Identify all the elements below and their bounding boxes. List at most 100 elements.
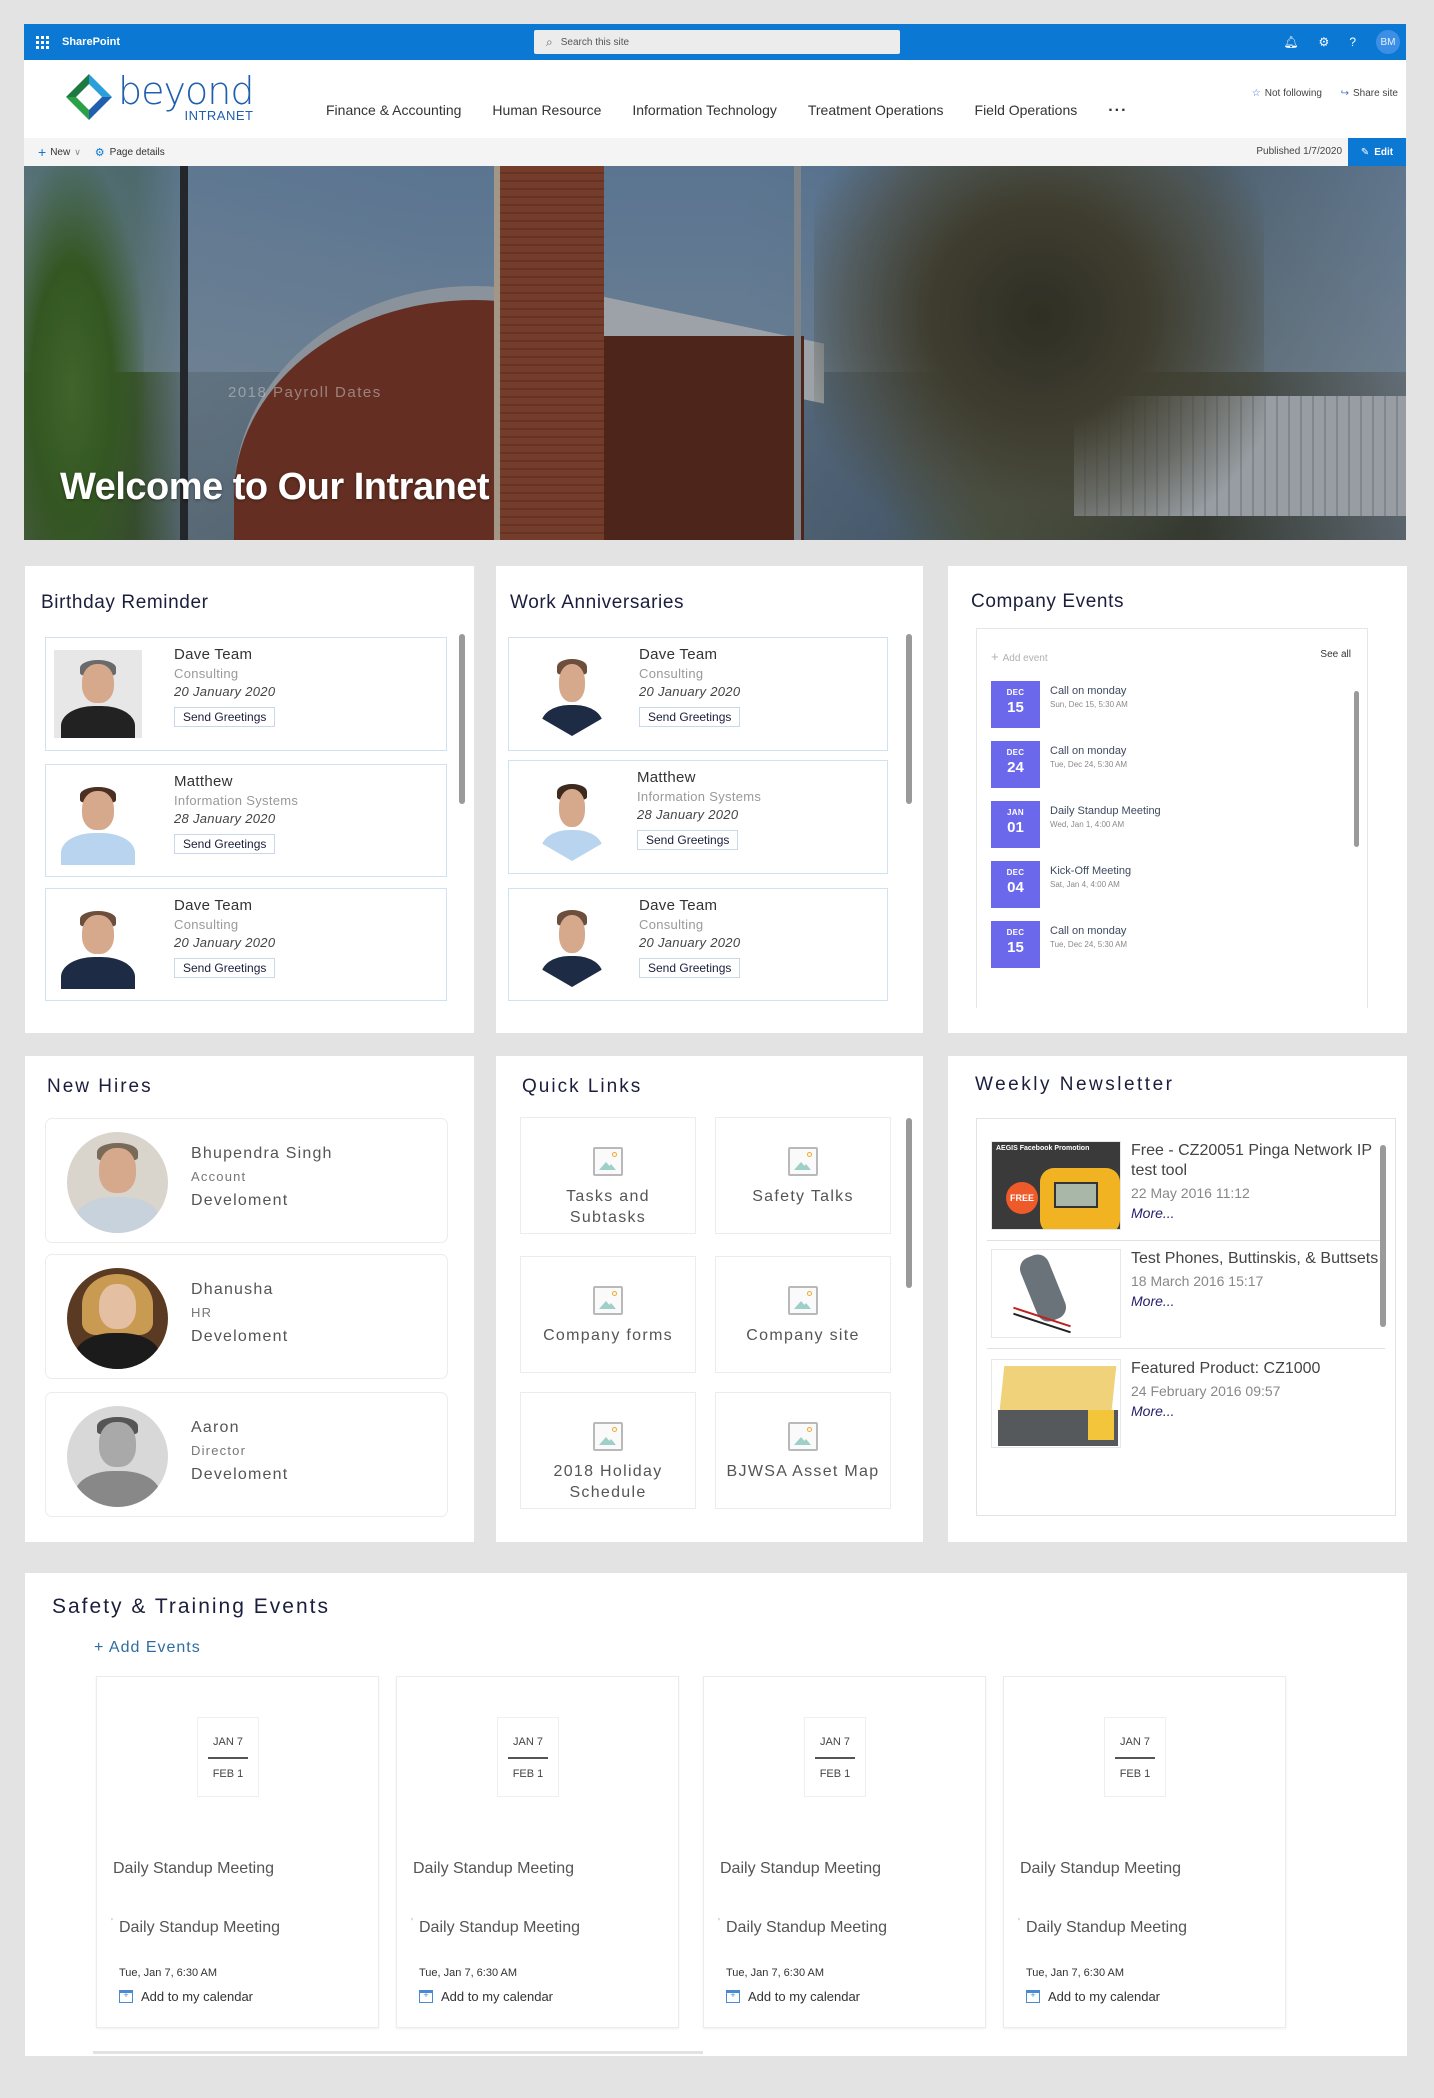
page-details-button[interactable]: ⚙ Page details xyxy=(95,146,165,159)
share-site-button[interactable]: ↪ Share site xyxy=(1341,88,1398,99)
event-time: Tue, Jan 7, 6:30 AM xyxy=(419,1967,518,1979)
event-date-badge: JAN 01 xyxy=(991,801,1040,848)
scrollbar[interactable] xyxy=(1354,691,1359,847)
help-icon[interactable]: ? xyxy=(1349,35,1356,49)
pencil-icon: ✎ xyxy=(1360,146,1370,158)
send-greetings-button[interactable]: Send Greetings xyxy=(639,958,741,978)
image-placeholder-icon xyxy=(788,1286,818,1315)
person-role: HR xyxy=(191,1305,213,1320)
more-link[interactable]: More... xyxy=(1131,1293,1378,1309)
search-placeholder: Search this site xyxy=(560,36,630,48)
scrollbar[interactable] xyxy=(906,634,912,804)
newsletter-item[interactable]: AEGIS Facebook Promotion FREE Free - CZ2… xyxy=(991,1141,1391,1230)
quick-link-tile[interactable]: Company site xyxy=(715,1256,891,1373)
add-to-calendar-button[interactable]: + Add to my calendar xyxy=(418,1989,553,2004)
event-date-badge: DEC 15 xyxy=(991,681,1040,728)
event-start-date: JAN 7 xyxy=(820,1736,850,1748)
person-dept: Develoment xyxy=(191,1328,289,1345)
newsletter-title: Free - CZ20051 Pinga Network IP test too… xyxy=(1131,1142,1372,1179)
panel-title: Weekly Newsletter xyxy=(975,1074,1175,1095)
person-role: Director xyxy=(191,1443,247,1458)
more-link[interactable]: More... xyxy=(1131,1205,1391,1221)
more-link[interactable]: More... xyxy=(1131,1403,1320,1419)
scrollbar[interactable] xyxy=(459,634,465,804)
follow-button[interactable]: ☆ Not following xyxy=(1252,88,1322,99)
add-to-calendar-button[interactable]: + Add to my calendar xyxy=(725,1989,860,2004)
nav-field-operations[interactable]: Field Operations xyxy=(975,102,1078,118)
events-list: + Add event See all DEC 15 Call on monday S… xyxy=(976,628,1368,1008)
send-greetings-button[interactable]: Send Greetings xyxy=(174,958,276,978)
date-divider xyxy=(508,1757,548,1759)
newsletter-item[interactable]: Featured Product: CZ1000 24 February 201… xyxy=(991,1359,1391,1448)
event-item[interactable]: DEC 15 Call on monday Sun, Dec 15, 5:30 AM xyxy=(991,681,1128,728)
see-all-link[interactable]: See all xyxy=(1320,649,1351,660)
event-item[interactable]: DEC 15 Call on monday Tue, Dec 24, 5:30 AM xyxy=(991,921,1127,968)
new-hire-card[interactable]: Aaron Director Develoment xyxy=(45,1392,448,1517)
event-date-range: JAN 7 FEB 1 xyxy=(1104,1717,1166,1797)
app-launcher-button[interactable] xyxy=(24,24,60,60)
new-button[interactable]: + New ∨ xyxy=(38,144,81,160)
user-avatar[interactable]: BM xyxy=(1376,30,1400,54)
event-subtitle: Daily Standup Meeting xyxy=(411,1917,580,1937)
search-input[interactable]: ⌕ Search this site xyxy=(534,30,900,54)
send-greetings-button[interactable]: Send Greetings xyxy=(637,830,739,850)
calendar-add-icon: + xyxy=(1025,1989,1040,2003)
nav-more-button[interactable]: ... xyxy=(1108,98,1127,118)
calendar-add-icon: + xyxy=(118,1989,133,2003)
event-time: Tue, Dec 24, 5:30 AM xyxy=(1050,940,1128,949)
event-item[interactable]: DEC 04 Kick-Off Meeting Sat, Jan 4, 4:00 A… xyxy=(991,861,1131,908)
app-name[interactable]: SharePoint xyxy=(62,36,120,48)
add-event-button[interactable]: + Add event xyxy=(991,649,1048,664)
panel-title: Quick Links xyxy=(522,1076,643,1097)
new-hire-card[interactable]: Dhanusha HR Develoment xyxy=(45,1254,448,1379)
event-month: DEC xyxy=(1006,688,1025,697)
thumbnail-caption: AEGIS Facebook Promotion xyxy=(996,1145,1090,1152)
new-hire-card[interactable]: Bhupendra Singh Account Develoment xyxy=(45,1118,448,1243)
event-day: 24 xyxy=(1007,759,1024,776)
event-subtitle: Daily Standup Meeting xyxy=(718,1917,887,1937)
event-title: Call on monday xyxy=(1050,925,1127,937)
person-photo-hex xyxy=(535,775,609,861)
quick-link-tile[interactable]: Safety Talks xyxy=(715,1117,891,1234)
add-events-button[interactable]: + Add Events xyxy=(94,1639,201,1657)
edit-button[interactable]: ✎ Edit xyxy=(1348,138,1406,166)
add-to-calendar-button[interactable]: + Add to my calendar xyxy=(1025,1989,1160,2004)
nav-finance-accounting[interactable]: Finance & Accounting xyxy=(326,102,461,118)
person-photo xyxy=(54,777,142,865)
quick-link-tile[interactable]: Company forms xyxy=(520,1256,696,1373)
event-title: Call on monday xyxy=(1050,685,1127,697)
person-dept: Develoment xyxy=(191,1466,289,1483)
add-to-calendar-button[interactable]: + Add to my calendar xyxy=(118,1989,253,2004)
newsletter-item[interactable]: Test Phones, Buttinskis, & Buttsets 18 M… xyxy=(991,1249,1391,1338)
quick-link-tile[interactable]: 2018 Holiday Schedule xyxy=(520,1392,696,1509)
image-placeholder-icon xyxy=(788,1422,818,1451)
quick-link-tile[interactable]: BJWSA Asset Map xyxy=(715,1392,891,1509)
safety-event-card[interactable]: JAN 7 FEB 1 Daily Standup Meeting Daily … xyxy=(96,1676,379,2028)
person-name: Dave Team xyxy=(639,646,718,663)
event-item[interactable]: DEC 24 Call on monday Tue, Dec 24, 5:30 AM xyxy=(991,741,1127,788)
quick-link-label: BJWSA Asset Map xyxy=(726,1463,880,1480)
notifications-icon[interactable]: 🔔︎ xyxy=(1283,35,1298,49)
safety-event-card[interactable]: JAN 7 FEB 1 Daily Standup Meeting Daily … xyxy=(703,1676,986,2028)
nav-treatment-operations[interactable]: Treatment Operations xyxy=(808,102,944,118)
scrollbar[interactable] xyxy=(906,1118,912,1288)
settings-gear-icon[interactable]: ⚙ xyxy=(1319,35,1330,49)
event-time: Sat, Jan 4, 4:00 AM xyxy=(1050,880,1120,889)
person-name: Dave Team xyxy=(174,897,253,914)
event-item[interactable]: JAN 01 Daily Standup Meeting Wed, Jan 1, 4… xyxy=(991,801,1161,848)
person-photo xyxy=(54,901,142,989)
safety-event-card[interactable]: JAN 7 FEB 1 Daily Standup Meeting Daily … xyxy=(396,1676,679,2028)
nav-human-resource[interactable]: Human Resource xyxy=(492,102,601,118)
send-greetings-button[interactable]: Send Greetings xyxy=(639,707,741,727)
quick-link-tile[interactable]: Tasks and Subtasks xyxy=(520,1117,696,1234)
safety-event-card[interactable]: JAN 7 FEB 1 Daily Standup Meeting Daily … xyxy=(1003,1676,1286,2028)
scrollbar[interactable] xyxy=(1380,1145,1386,1327)
hero-banner[interactable]: 2018 Payroll Dates Welcome to Our Intran… xyxy=(24,166,1406,540)
send-greetings-button[interactable]: Send Greetings xyxy=(174,834,276,854)
horizontal-scrollbar[interactable] xyxy=(93,2051,703,2054)
event-start-date: JAN 7 xyxy=(513,1736,543,1748)
site-logo[interactable]: beyond INTRANET xyxy=(64,72,254,123)
nav-information-technology[interactable]: Information Technology xyxy=(632,102,777,118)
send-greetings-button[interactable]: Send Greetings xyxy=(174,707,276,727)
event-time: Tue, Jan 7, 6:30 AM xyxy=(1026,1967,1125,1979)
